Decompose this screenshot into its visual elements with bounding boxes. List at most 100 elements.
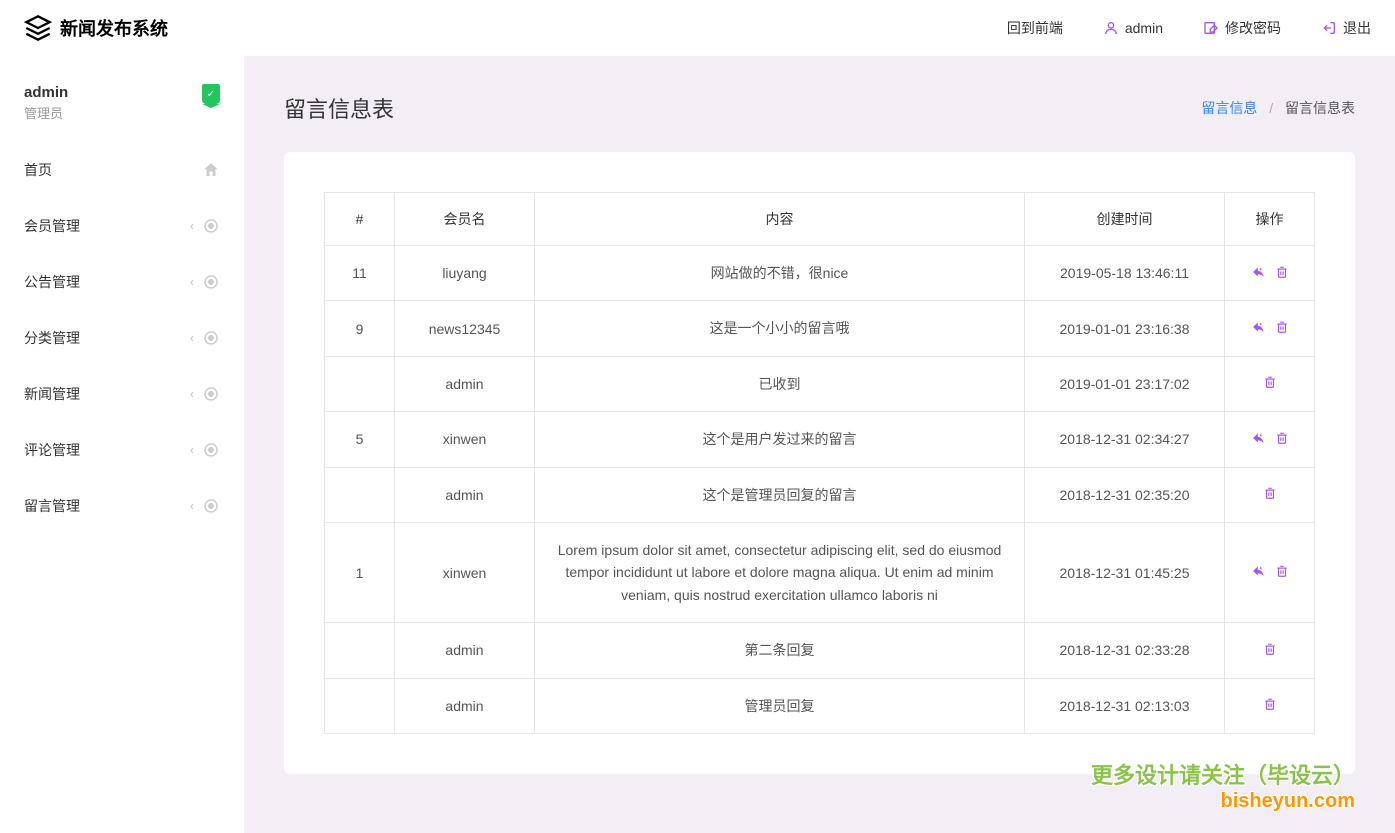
cell-actions [1225,623,1315,678]
cell-member: admin [395,467,535,522]
sidebar-item-3[interactable]: 分类管理‹ [0,310,244,366]
header: 新闻发布系统 回到前端 admin 修改密码 退出 [0,0,1395,56]
nav-admin[interactable]: admin [1103,20,1163,36]
nav-change-password[interactable]: 修改密码 [1203,18,1281,38]
table-row: 5xinwen这个是用户发过来的留言2018-12-31 02:34:27 [325,412,1315,467]
cell-id [325,356,395,411]
cell-id: 1 [325,522,395,622]
cell-created: 2018-12-31 01:45:25 [1025,522,1225,622]
home-icon [202,161,220,179]
sidebar-user-name: admin [24,84,68,101]
table-row: admin已收到2019-01-01 23:17:02 [325,356,1315,411]
sidebar-item-0[interactable]: 首页 [0,142,244,198]
target-icon [202,441,220,459]
target-icon [202,329,220,347]
cell-member: admin [395,356,535,411]
cell-actions [1225,301,1315,356]
reply-button[interactable] [1251,431,1267,445]
cell-content: 这是一个小小的留言哦 [535,301,1025,356]
sidebar-menu: 首页会员管理‹公告管理‹分类管理‹新闻管理‹评论管理‹留言管理‹ [0,142,244,534]
breadcrumb: 留言信息 / 留言信息表 [1201,98,1355,118]
chevron-left-icon: ‹ [190,219,194,233]
cell-actions [1225,467,1315,522]
target-icon [202,273,220,291]
breadcrumb-separator: / [1269,100,1273,116]
content-card: # 会员名 内容 创建时间 操作 11liuyang网站做的不错，很nice20… [284,152,1355,774]
cell-id: 5 [325,412,395,467]
cell-member: news12345 [395,301,535,356]
delete-button[interactable] [1263,375,1277,389]
cell-created: 2018-12-31 02:13:03 [1025,678,1225,733]
breadcrumb-current: 留言信息表 [1285,100,1355,116]
sidebar-item-4[interactable]: 新闻管理‹ [0,366,244,422]
delete-button[interactable] [1275,265,1289,279]
cell-content: 第二条回复 [535,623,1025,678]
reply-button[interactable] [1251,265,1267,279]
nav-back-frontend-label: 回到前端 [1007,18,1063,38]
main-content: 留言信息表 留言信息 / 留言信息表 # 会员名 内容 创建时间 操作 [244,56,1395,833]
cell-actions [1225,246,1315,301]
sidebar-item-label: 新闻管理 [24,384,80,404]
reply-button[interactable] [1251,320,1267,334]
edit-icon [1203,20,1219,36]
th-actions: 操作 [1225,193,1315,246]
cell-created: 2018-12-31 02:35:20 [1025,467,1225,522]
page-header: 留言信息表 留言信息 / 留言信息表 [284,92,1355,124]
page-title: 留言信息表 [284,92,394,124]
sidebar-item-label: 留言管理 [24,496,80,516]
table-row: admin管理员回复2018-12-31 02:13:03 [325,678,1315,733]
user-icon [1103,20,1119,36]
cell-member: admin [395,623,535,678]
cell-created: 2018-12-31 02:33:28 [1025,623,1225,678]
sidebar-item-label: 首页 [24,160,52,180]
sidebar-item-label: 评论管理 [24,440,80,460]
cell-created: 2019-01-01 23:17:02 [1025,356,1225,411]
delete-button[interactable] [1275,431,1289,445]
cell-member: liuyang [395,246,535,301]
sidebar-item-2[interactable]: 公告管理‹ [0,254,244,310]
th-content: 内容 [535,193,1025,246]
chevron-left-icon: ‹ [190,275,194,289]
cell-content: 管理员回复 [535,678,1025,733]
sidebar-user: admin 管理员 ✓ [0,84,244,142]
delete-button[interactable] [1275,564,1289,578]
th-id: # [325,193,395,246]
cell-id: 11 [325,246,395,301]
sidebar-item-6[interactable]: 留言管理 ‹ [0,478,244,534]
th-member: 会员名 [395,193,535,246]
cell-created: 2019-05-18 13:46:11 [1025,246,1225,301]
breadcrumb-link[interactable]: 留言信息 [1201,100,1257,116]
delete-button[interactable] [1263,697,1277,711]
logo-icon [24,14,52,42]
cell-content: Lorem ipsum dolor sit amet, consectetur … [535,522,1025,622]
cell-created: 2018-12-31 02:34:27 [1025,412,1225,467]
cell-member: admin [395,678,535,733]
reply-button[interactable] [1251,564,1267,578]
chevron-left-icon: ‹ [190,499,194,513]
target-icon [202,497,220,515]
cell-id [325,467,395,522]
th-created: 创建时间 [1025,193,1225,246]
sidebar-item-1[interactable]: 会员管理 ‹ [0,198,244,254]
sidebar: admin 管理员 ✓ 首页会员管理‹公告管理‹分类管理‹新闻管理‹评论管理‹留… [0,56,244,833]
logo[interactable]: 新闻发布系统 [24,14,168,42]
cell-id: 9 [325,301,395,356]
nav-admin-label: admin [1125,20,1163,36]
nav-back-frontend[interactable]: 回到前端 [1007,18,1063,38]
cell-actions [1225,522,1315,622]
messages-table: # 会员名 内容 创建时间 操作 11liuyang网站做的不错，很nice20… [324,192,1315,734]
cell-member: xinwen [395,522,535,622]
logo-text: 新闻发布系统 [60,15,168,41]
nav-logout[interactable]: 退出 [1321,18,1371,38]
sidebar-item-label: 会员管理 [24,216,80,236]
delete-button[interactable] [1263,642,1277,656]
chevron-left-icon: ‹ [190,443,194,457]
delete-button[interactable] [1275,320,1289,334]
delete-button[interactable] [1263,486,1277,500]
sidebar-item-label: 分类管理 [24,328,80,348]
logout-icon [1321,20,1337,36]
nav-change-password-label: 修改密码 [1225,18,1281,38]
cell-actions [1225,412,1315,467]
sidebar-user-role: 管理员 [24,103,68,122]
sidebar-item-5[interactable]: 评论管理 ‹ [0,422,244,478]
